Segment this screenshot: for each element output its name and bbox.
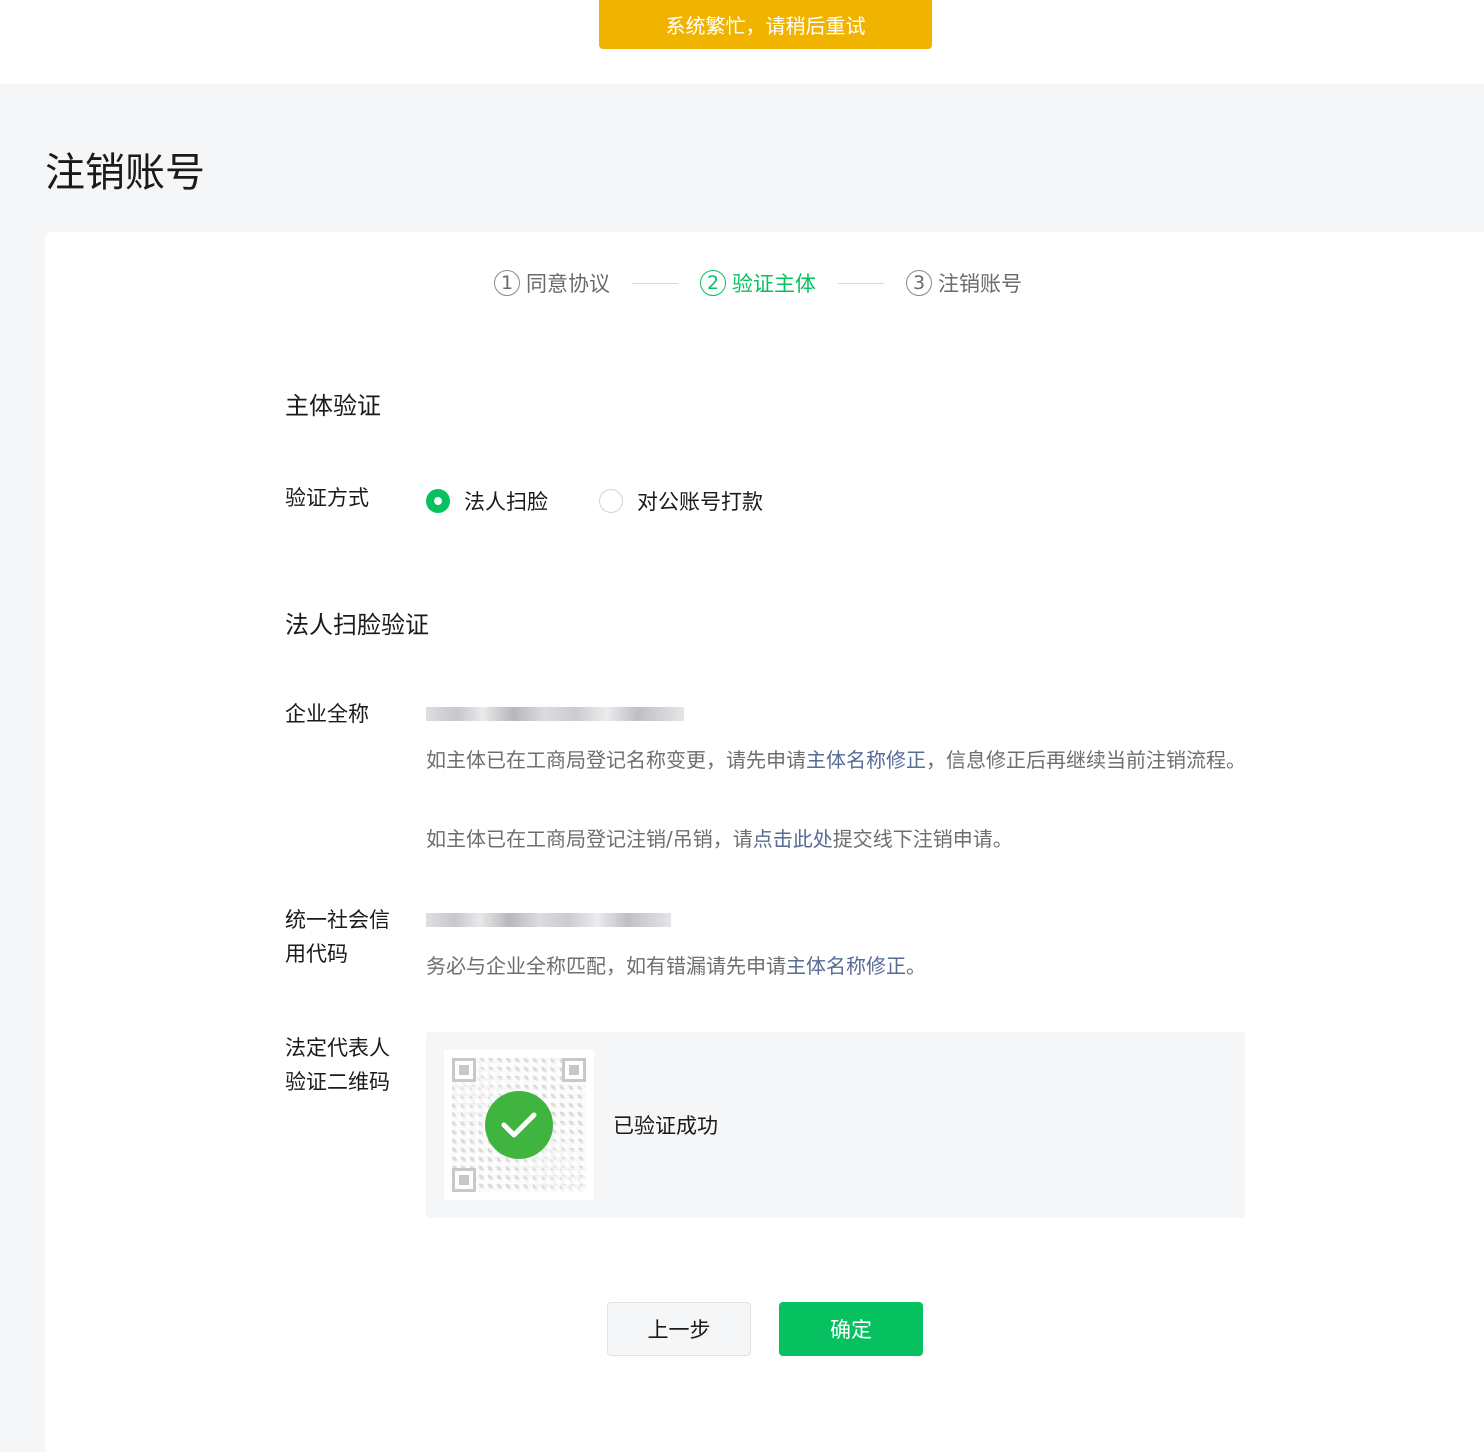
verify-status-text: 已验证成功	[613, 1114, 718, 1138]
qrcode-image	[444, 1050, 594, 1200]
step-cancel: 3 注销账号	[906, 268, 1022, 298]
radio-face-scan[interactable]: 法人扫脸	[426, 486, 548, 516]
radio-unchecked-icon	[599, 489, 623, 513]
toast-message: 系统繁忙，请稍后重试	[599, 0, 932, 49]
qrcode-finder	[452, 1168, 476, 1192]
step-number: 1	[494, 270, 520, 296]
step-number: 2	[700, 270, 726, 296]
company-name-label: 企业全称	[285, 702, 369, 726]
qrcode-label: 法定代表人 验证二维码	[285, 1031, 390, 1099]
label-line: 验证二维码	[285, 1070, 390, 1094]
name-correction-link[interactable]: 主体名称修正	[786, 954, 906, 978]
label-line: 用代码	[285, 942, 348, 966]
hint-text: 务必与企业全称匹配，如有错漏请先申请	[426, 954, 786, 978]
hint-text: 如主体已在工商局登记注销/吊销，请	[426, 827, 753, 851]
method-label: 验证方式	[285, 486, 369, 510]
step-label: 验证主体	[732, 272, 816, 296]
qrcode-panel: 已验证成功	[426, 1032, 1245, 1218]
prev-step-button[interactable]: 上一步	[607, 1302, 751, 1356]
step-divider	[632, 282, 678, 284]
deregistered-hint: 如主体已在工商局登记注销/吊销，请点击此处提交线下注销申请。	[426, 823, 1256, 855]
credit-code-value-redacted	[426, 913, 671, 927]
company-name-value-redacted	[426, 707, 684, 721]
face-verify-title: 法人扫脸验证	[285, 611, 429, 639]
hint-text: 提交线下注销申请。	[832, 827, 1013, 851]
step-verify: 2 验证主体	[700, 268, 816, 298]
credit-code-hint: 务必与企业全称匹配，如有错漏请先申请主体名称修正。	[426, 950, 1256, 982]
check-icon	[485, 1091, 553, 1159]
page-title: 注销账号	[45, 150, 205, 196]
step-label: 同意协议	[526, 272, 610, 296]
radio-bank-transfer[interactable]: 对公账号打款	[599, 486, 763, 516]
label-line: 统一社会信	[285, 908, 390, 932]
hint-text: ，信息修正后再继续当前注销流程。	[926, 748, 1246, 772]
step-number: 3	[906, 270, 932, 296]
name-correction-link[interactable]: 主体名称修正	[806, 748, 926, 772]
label-line: 法定代表人	[285, 1036, 390, 1060]
qrcode-finder	[562, 1058, 586, 1082]
step-divider	[838, 282, 884, 284]
step-agree: 1 同意协议	[494, 268, 610, 298]
hint-text: 如主体已在工商局登记名称变更，请先申请	[426, 748, 806, 772]
qrcode-finder	[452, 1058, 476, 1082]
step-label: 注销账号	[938, 272, 1022, 296]
click-here-link[interactable]: 点击此处	[753, 827, 833, 851]
hint-text: 。	[906, 954, 926, 978]
subject-verify-title: 主体验证	[285, 392, 381, 420]
company-name-hint: 如主体已在工商局登记名称变更，请先申请主体名称修正，信息修正后再继续当前注销流程…	[426, 744, 1256, 776]
credit-code-label: 统一社会信 用代码	[285, 903, 390, 971]
stepper: 1 同意协议 2 验证主体 3 注销账号	[494, 268, 1022, 298]
radio-checked-icon	[426, 489, 450, 513]
radio-label: 对公账号打款	[637, 490, 763, 514]
confirm-button[interactable]: 确定	[779, 1302, 923, 1356]
radio-label: 法人扫脸	[464, 490, 548, 514]
